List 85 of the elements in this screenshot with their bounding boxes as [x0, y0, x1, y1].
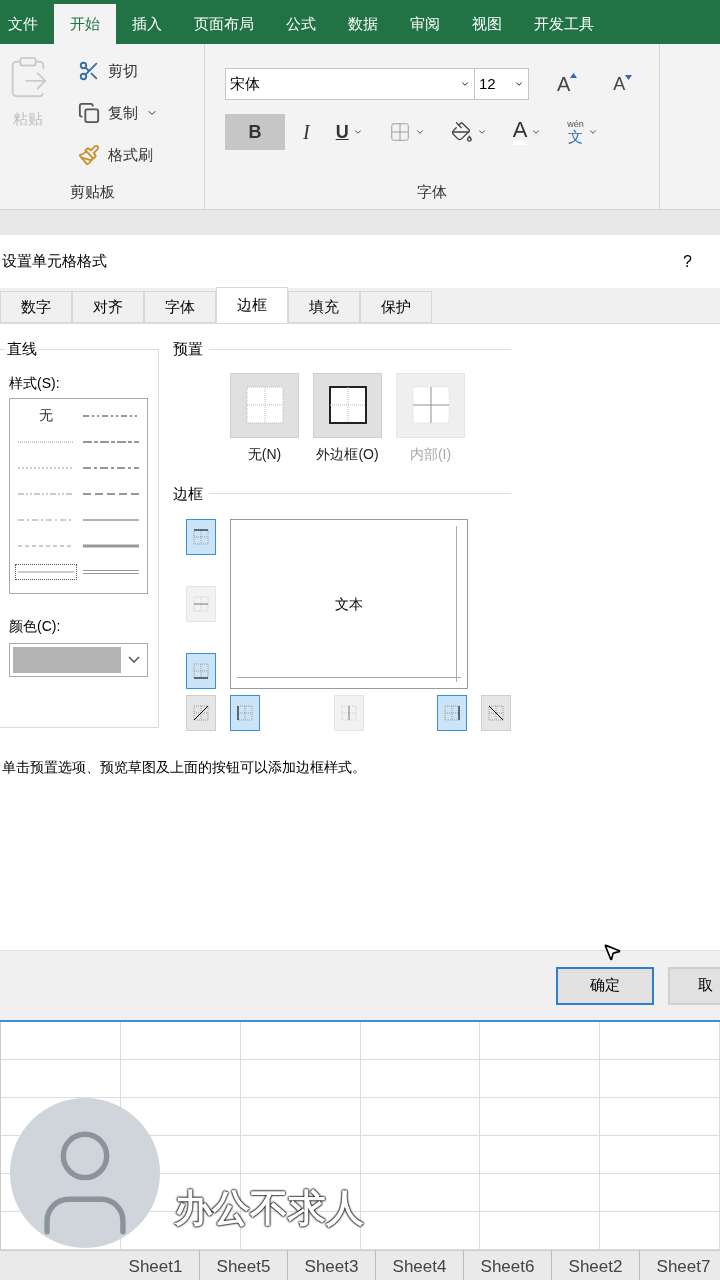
video-caption: 办公不求人 [174, 1186, 364, 1231]
up-triangle-icon [570, 73, 578, 78]
dialog-tab[interactable]: 边框 [216, 287, 288, 323]
preset-label: 内部(I) [409, 444, 452, 464]
mouse-cursor-icon [602, 942, 622, 962]
paint-bucket-icon [450, 121, 473, 143]
font-name-field[interactable]: 宋体 [225, 68, 475, 100]
hint-text: 单击预置选项、预览草图及上面的按钮可以添加边框样式。 [2, 758, 367, 777]
caret-icon [352, 127, 363, 137]
preset-outline-button[interactable] [313, 372, 382, 438]
border-line-icon [487, 704, 506, 722]
phonetic-button[interactable]: wén 文 [559, 114, 606, 150]
line-style-option[interactable]: 无 [35, 405, 58, 426]
ribbon-tab[interactable]: 开始 [54, 4, 116, 44]
ribbon-tab[interactable]: 审阅 [394, 4, 456, 44]
copy-icon [78, 102, 100, 124]
dialog-tab[interactable]: 填充 [288, 291, 360, 323]
color-dropdown[interactable] [9, 642, 148, 677]
preset-none-button[interactable] [230, 372, 299, 438]
grow-font-button[interactable]: A [549, 69, 586, 99]
border-preview[interactable]: 文本 [230, 519, 468, 689]
border-line-icon [191, 704, 210, 722]
italic-button[interactable]: I [295, 114, 318, 150]
shrink-font-button[interactable]: A [605, 70, 641, 98]
line-style-option[interactable] [16, 564, 77, 579]
sheet-tab[interactable]: Sheet1 [112, 1251, 200, 1280]
preset-label: 外边框(O) [316, 444, 379, 464]
sheet-tab[interactable]: Sheet5 [200, 1251, 288, 1280]
ribbon-tab[interactable]: 视图 [456, 4, 518, 44]
dialog-title: 设置单元格格式 [2, 251, 107, 272]
sheet-tab[interactable]: Sheet2 [552, 1251, 640, 1280]
caret-icon [476, 127, 487, 137]
ribbon-tab[interactable]: 插入 [116, 4, 178, 44]
sheet-tab[interactable]: Sheet3 [288, 1251, 376, 1280]
border-diag-up-button[interactable] [186, 695, 216, 731]
border-grid-icon [411, 386, 450, 424]
preset-label: 无(N) [247, 444, 282, 464]
preview-text: 文本 [335, 594, 363, 614]
bold-button[interactable]: B [225, 114, 285, 150]
ribbon-tab[interactable]: 页面布局 [178, 4, 270, 44]
ribbon-tab[interactable]: 公式 [270, 4, 332, 44]
dialog-tab[interactable]: 对齐 [72, 291, 144, 323]
section-title: 预置 [173, 339, 203, 359]
ribbon-tab[interactable]: 开发工具 [518, 4, 610, 44]
field-label: 颜色(C): [9, 616, 62, 636]
border-left-button[interactable] [229, 695, 260, 731]
scissors-icon [78, 60, 100, 82]
caret-icon [128, 656, 140, 663]
field-label: 样式(S): [9, 373, 61, 393]
borders-icon [388, 121, 411, 143]
border-top-button[interactable] [186, 519, 216, 555]
dialog-tab[interactable]: 数字 [0, 291, 72, 323]
group-title: 直线 [6, 339, 38, 359]
font-color-button[interactable]: A [504, 114, 550, 150]
caret-icon [414, 127, 425, 137]
caret-icon [460, 79, 470, 89]
border-bottom-button[interactable] [186, 653, 216, 689]
dialog-tab[interactable]: 保护 [360, 291, 432, 323]
cut-button[interactable]: 剪切 [78, 56, 158, 86]
border-grid-icon [328, 386, 367, 424]
dialog-tab[interactable]: 字体 [144, 291, 216, 323]
sheet-tab[interactable]: Sheet7 [640, 1251, 720, 1280]
dialog-button[interactable]: 取 [668, 966, 720, 1005]
underline-button[interactable]: U [327, 114, 371, 150]
group-label: 字体 [416, 181, 448, 202]
paintbrush-icon [78, 144, 100, 166]
section-title: 边框 [173, 483, 203, 504]
border-diag-down-button[interactable] [481, 695, 511, 731]
ribbon-tab[interactable]: 数据 [332, 4, 394, 44]
copy-button[interactable]: 复制 [78, 98, 158, 128]
caret-icon [514, 79, 524, 89]
border-right-button[interactable] [437, 695, 468, 731]
painter-button[interactable]: 格式刷 [78, 140, 158, 170]
help-button[interactable]: ? [683, 249, 692, 274]
down-triangle-icon [625, 74, 633, 80]
sheet-tab[interactable]: Sheet4 [376, 1251, 464, 1280]
caret-icon [587, 127, 598, 137]
border-grid-icon [245, 386, 284, 424]
sheet-tab[interactable]: Sheet6 [464, 1251, 552, 1280]
group-label: 剪贴板 [68, 181, 116, 202]
dialog-button[interactable]: 确定 [556, 966, 654, 1005]
caret-icon [531, 127, 542, 137]
ribbon-tab[interactable]: 文件 [0, 4, 54, 44]
font-size-field[interactable]: 12 [475, 68, 529, 100]
line-style-list[interactable]: 无 [9, 397, 148, 594]
